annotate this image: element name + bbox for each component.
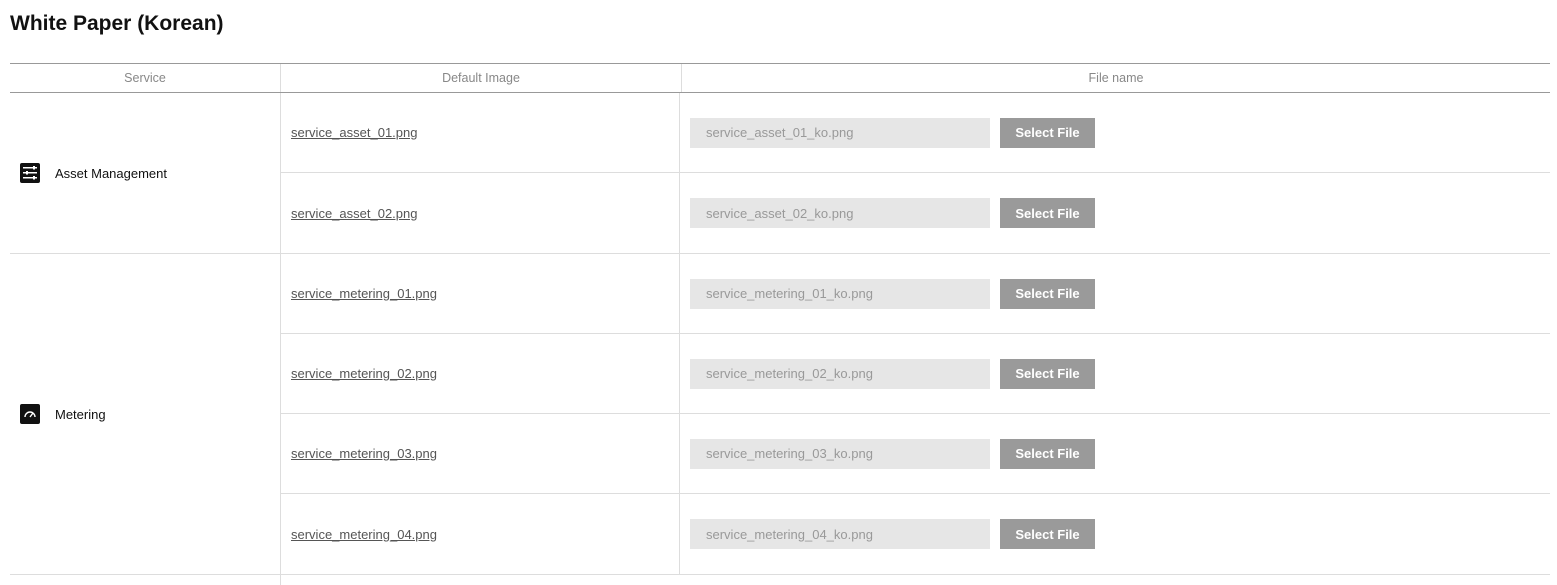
image-table: Service Default Image File name Asset Ma… xyxy=(10,63,1550,585)
page-title: White Paper (Korean) xyxy=(10,12,224,35)
file-name-field[interactable] xyxy=(690,198,990,228)
default-image-link[interactable]: service_metering_01.png xyxy=(291,286,437,301)
file-name-field[interactable] xyxy=(690,519,990,549)
select-file-button[interactable]: Select File xyxy=(1000,278,1095,309)
service-group-asset: Asset Management service_asset_01.png Se… xyxy=(10,93,1550,254)
select-file-button[interactable]: Select File xyxy=(1000,358,1095,389)
list-icon xyxy=(20,163,40,183)
table-row: service_asset_01.png Select File xyxy=(281,93,1550,173)
table-continuation xyxy=(10,575,1550,585)
select-file-button[interactable]: Select File xyxy=(1000,438,1095,469)
service-group-metering: Metering service_metering_01.png Select … xyxy=(10,254,1550,575)
table-header: Service Default Image File name xyxy=(10,63,1550,93)
service-cell: Metering xyxy=(10,254,280,574)
select-file-button[interactable]: Select File xyxy=(1000,198,1095,228)
table-row: service_metering_01.png Select File xyxy=(281,254,1550,334)
table-row: service_metering_03.png Select File xyxy=(281,414,1550,494)
default-image-link[interactable]: service_metering_02.png xyxy=(291,366,437,381)
header-default-image: Default Image xyxy=(280,64,681,92)
file-name-field[interactable] xyxy=(690,358,990,389)
table-row: service_asset_02.png Select File xyxy=(281,173,1550,253)
file-name-field[interactable] xyxy=(690,438,990,469)
service-name: Asset Management xyxy=(55,165,168,181)
select-file-button[interactable]: Select File xyxy=(1000,519,1095,549)
service-cell: Asset Management xyxy=(10,93,280,253)
table-row: service_metering_04.png Select File xyxy=(281,494,1550,574)
default-image-link[interactable]: service_metering_03.png xyxy=(291,446,437,461)
header-file-name: File name xyxy=(681,64,1550,92)
default-image-link[interactable]: service_metering_04.png xyxy=(291,527,437,542)
file-name-field[interactable] xyxy=(690,278,990,309)
default-image-link[interactable]: service_asset_02.png xyxy=(291,206,417,221)
gauge-icon xyxy=(20,404,40,424)
header-service: Service xyxy=(124,71,166,85)
default-image-link[interactable]: service_asset_01.png xyxy=(291,125,417,140)
select-file-button[interactable]: Select File xyxy=(1000,117,1095,148)
service-name: Metering xyxy=(55,406,106,422)
table-row: service_metering_02.png Select File xyxy=(281,334,1550,414)
file-name-field[interactable] xyxy=(690,117,990,148)
